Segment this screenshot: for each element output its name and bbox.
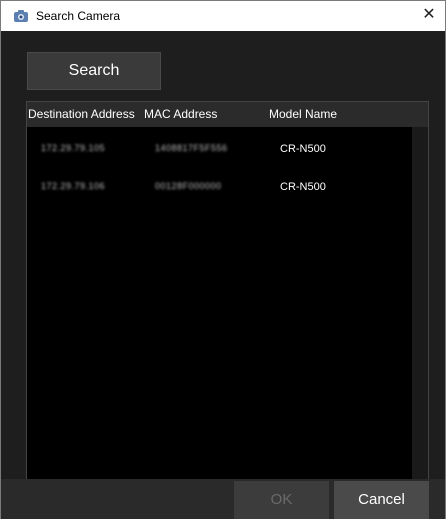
dialog-body: Search Destination Address MAC Address M… (1, 31, 445, 519)
close-icon: ✕ (422, 6, 436, 23)
mac-address-cell: 1408817F5F556 (155, 143, 228, 153)
camera-list-table: Destination Address MAC Address Model Na… (26, 101, 429, 496)
column-header-mac-address[interactable]: MAC Address (144, 107, 217, 121)
button-bar: OK Cancel (1, 479, 445, 519)
close-button[interactable]: ✕ (413, 1, 445, 31)
table-row[interactable]: 172.29.79.106 00128F000000 CR-N500 (27, 177, 412, 199)
destination-address-cell: 172.29.79.105 (41, 143, 106, 153)
model-name-cell: CR-N500 (280, 181, 326, 193)
search-button[interactable]: Search (27, 52, 161, 90)
mac-address-cell: 00128F000000 (155, 181, 222, 191)
title-bar: Search Camera ✕ (1, 1, 445, 32)
table-row[interactable]: 172.29.79.105 1408817F5F556 CR-N500 (27, 139, 412, 161)
ok-button[interactable]: OK (234, 481, 329, 519)
search-camera-dialog: Search Camera ✕ Search Destination Addre… (0, 0, 446, 519)
table-header: Destination Address MAC Address Model Na… (27, 102, 412, 127)
camera-app-icon (14, 10, 28, 22)
header-filler (412, 102, 428, 127)
column-header-destination-address[interactable]: Destination Address (28, 107, 135, 121)
destination-address-cell: 172.29.79.106 (41, 181, 106, 191)
cancel-button[interactable]: Cancel (334, 481, 429, 519)
model-name-cell: CR-N500 (280, 143, 326, 155)
vertical-scrollbar[interactable] (412, 127, 428, 495)
column-header-model-name[interactable]: Model Name (269, 107, 337, 121)
window-title: Search Camera (36, 9, 121, 23)
